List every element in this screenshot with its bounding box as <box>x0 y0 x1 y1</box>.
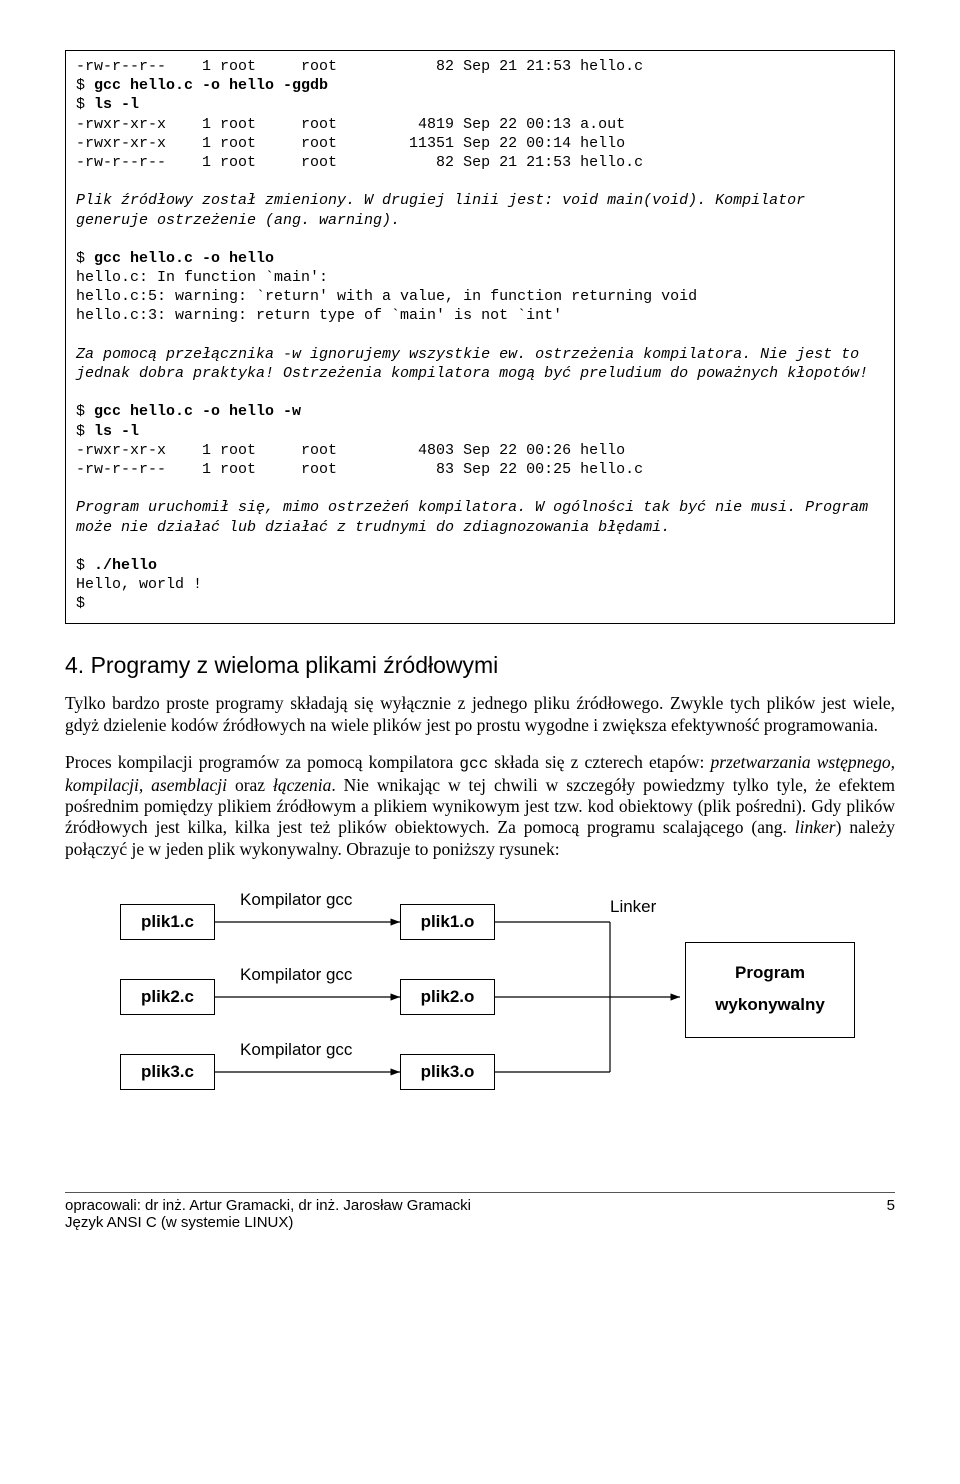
term-line: $ <box>76 403 94 420</box>
paragraph: Proces kompilacji programów za pomocą ko… <box>65 752 895 860</box>
terminal-listing: -rw-r--r-- 1 root root 82 Sep 21 21:53 h… <box>65 50 895 624</box>
diagram-box-source: plik3.c <box>120 1054 215 1090</box>
term-comment: Za pomocą przełącznika -w ignorujemy wsz… <box>76 346 868 382</box>
diagram-label-compiler: Kompilator gcc <box>240 965 352 985</box>
term-cmd: gcc hello.c -o hello <box>94 250 274 267</box>
term-comment: Plik źródłowy został zmieniony. W drugie… <box>76 192 814 228</box>
term-line: $ <box>76 423 94 440</box>
term-line: $ <box>76 77 94 94</box>
footer-subject: Język ANSI C (w systemie LINUX) <box>65 1214 895 1231</box>
paragraph: Tylko bardzo proste programy składają si… <box>65 693 895 736</box>
term-line: -rwxr-xr-x 1 root root 4819 Sep 22 00:13… <box>76 116 625 133</box>
term-line: -rw-r--r-- 1 root root 82 Sep 21 21:53 h… <box>76 154 643 171</box>
inline-code: gcc <box>459 755 488 773</box>
term-line: -rw-r--r-- 1 root root 82 Sep 21 21:53 h… <box>76 58 643 75</box>
diagram-box-program: Program wykonywalny <box>685 942 855 1038</box>
term-line: -rw-r--r-- 1 root root 83 Sep 22 00:25 h… <box>76 461 643 478</box>
compilation-diagram: plik1.c plik2.c plik3.c Kompilator gcc K… <box>65 882 875 1112</box>
term-cmd: gcc hello.c -o hello -ggdb <box>94 77 328 94</box>
diagram-box-source: plik1.c <box>120 904 215 940</box>
diagram-box-object: plik1.o <box>400 904 495 940</box>
term-line: Hello, world ! <box>76 576 202 593</box>
term-comment: Program uruchomił się, mimo ostrzeżeń ko… <box>76 499 877 535</box>
term-line: $ <box>76 595 85 612</box>
diagram-box-object: plik2.o <box>400 979 495 1015</box>
diagram-label-linker: Linker <box>610 897 656 917</box>
term-cmd: gcc hello.c -o hello -w <box>94 403 301 420</box>
term-line: hello.c: In function `main': <box>76 269 328 286</box>
footer-authors: opracowali: dr inż. Artur Gramacki, dr i… <box>65 1197 895 1214</box>
term-line: -rwxr-xr-x 1 root root 11351 Sep 22 00:1… <box>76 135 625 152</box>
term-line: hello.c:5: warning: `return' with a valu… <box>76 288 697 305</box>
term-line: $ <box>76 96 94 113</box>
page-footer: opracowali: dr inż. Artur Gramacki, dr i… <box>65 1192 895 1231</box>
section-heading: 4. Programy z wieloma plikami źródłowymi <box>65 652 895 679</box>
term-cmd: ./hello <box>94 557 157 574</box>
diagram-label-compiler: Kompilator gcc <box>240 890 352 910</box>
diagram-label-compiler: Kompilator gcc <box>240 1040 352 1060</box>
page-number: 5 <box>887 1197 895 1214</box>
term-line: $ <box>76 557 94 574</box>
term-line: -rwxr-xr-x 1 root root 4803 Sep 22 00:26… <box>76 442 625 459</box>
term-line: hello.c:3: warning: return type of `main… <box>76 307 562 324</box>
diagram-box-object: plik3.o <box>400 1054 495 1090</box>
term-line: $ <box>76 250 94 267</box>
diagram-box-source: plik2.c <box>120 979 215 1015</box>
term-cmd: ls -l <box>94 423 139 440</box>
term-cmd: ls -l <box>94 96 139 113</box>
